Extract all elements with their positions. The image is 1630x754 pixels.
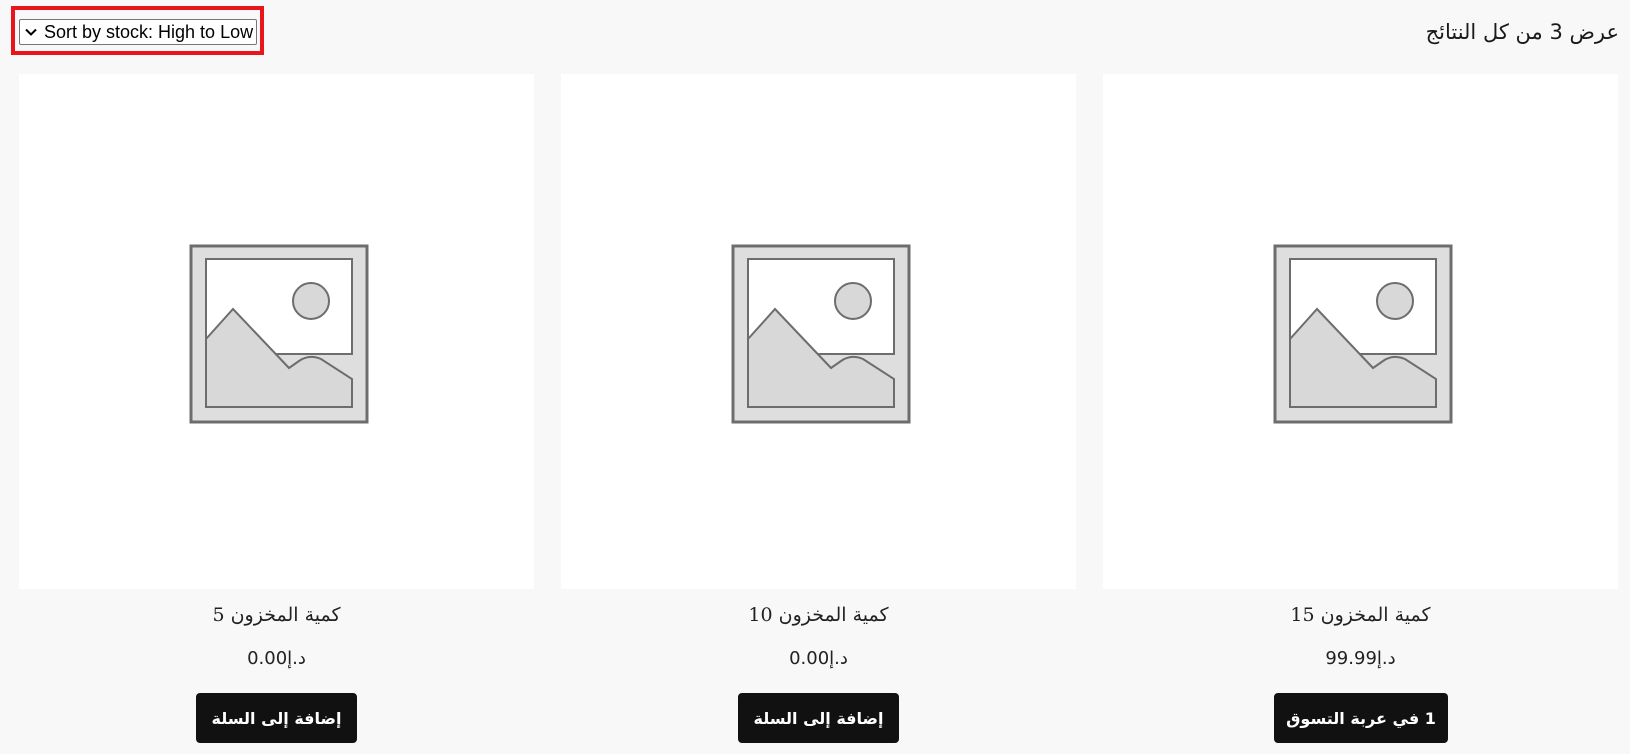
product-title[interactable]: كمية المخزون 5 (19, 604, 534, 626)
product-image[interactable] (19, 74, 534, 589)
product-image[interactable] (1103, 74, 1618, 589)
placeholder-image-icon (731, 244, 911, 424)
product-title[interactable]: كمية المخزون 15 (1103, 604, 1618, 626)
product-grid: كمية المخزون 5 0.00د.إ إضافة إلى السلة ك… (19, 74, 1618, 754)
product-price: 0.00د.إ (247, 648, 306, 669)
results-count: عرض 3 من كل النتائج (1425, 20, 1619, 44)
chevron-down-icon (25, 28, 37, 36)
product-card: كمية المخزون 15 99.99د.إ 1 في عربة التسو… (1103, 74, 1618, 754)
product-card: كمية المخزون 10 0.00د.إ إضافة إلى السلة (561, 74, 1076, 754)
product-price: 0.00د.إ (789, 648, 848, 669)
view-cart-button[interactable]: 1 في عربة التسوق (1274, 693, 1448, 743)
placeholder-image-icon (189, 244, 369, 424)
product-title[interactable]: كمية المخزون 10 (561, 604, 1076, 626)
add-to-cart-button[interactable]: إضافة إلى السلة (196, 693, 357, 743)
sort-select-label: Sort by stock: High to Low (44, 21, 254, 42)
product-image[interactable] (561, 74, 1076, 589)
product-price: 99.99د.إ (1325, 648, 1396, 669)
product-card: كمية المخزون 5 0.00د.إ إضافة إلى السلة (19, 74, 534, 754)
shop-toolbar: Sort by stock: High to Low عرض 3 من كل ا… (0, 0, 1630, 66)
add-to-cart-button[interactable]: إضافة إلى السلة (738, 693, 899, 743)
placeholder-image-icon (1273, 244, 1453, 424)
sort-select[interactable]: Sort by stock: High to Low (19, 19, 257, 45)
